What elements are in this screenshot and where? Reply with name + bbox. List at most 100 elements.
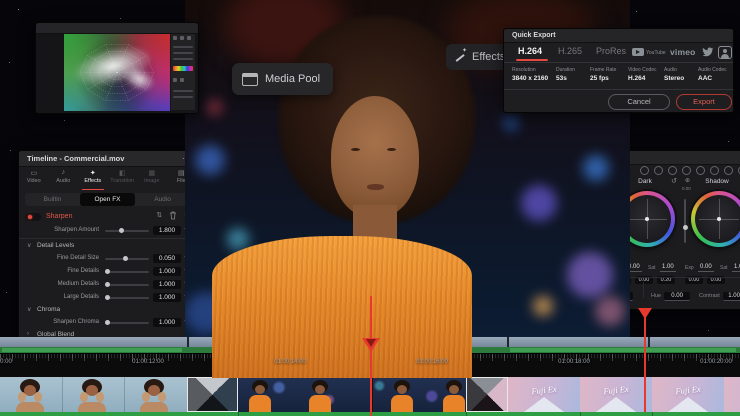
slider-handle[interactable] bbox=[105, 269, 110, 274]
slider-track[interactable] bbox=[105, 230, 149, 232]
tab-effects[interactable]: ✦Effects bbox=[78, 167, 108, 191]
wheel-handle[interactable] bbox=[717, 217, 721, 221]
zone-icon[interactable] bbox=[696, 166, 705, 175]
scope-tool-icon[interactable] bbox=[173, 78, 177, 82]
effect-enable-toggle[interactable] bbox=[25, 213, 41, 221]
scope-tool-icon[interactable] bbox=[173, 36, 177, 40]
youtube-label[interactable]: YouTube bbox=[646, 50, 666, 56]
scope-slider[interactable] bbox=[173, 96, 193, 98]
field-value: Stereo bbox=[664, 75, 684, 82]
zone-icon[interactable] bbox=[710, 166, 719, 175]
chroma-header[interactable]: ∨ Chroma bbox=[19, 304, 196, 316]
vimeo-logo[interactable]: vimeo bbox=[670, 47, 696, 57]
slider-handle[interactable] bbox=[105, 282, 110, 287]
tab-transition[interactable]: ◧Transition bbox=[108, 167, 138, 191]
field-value: 25 fps bbox=[590, 75, 616, 82]
clip-fuji[interactable]: Fuji Ex Fuji Ex Fuji Ex Fuji Ex bbox=[508, 377, 740, 412]
bokeh-light bbox=[227, 228, 249, 250]
scope-tool-icon[interactable] bbox=[187, 36, 191, 40]
param-value[interactable]: 1.000 bbox=[153, 280, 181, 289]
scope-tool-icon[interactable] bbox=[180, 78, 184, 82]
param-value[interactable]: 1.000 bbox=[153, 293, 181, 302]
scope-toolbar bbox=[171, 34, 195, 110]
param-value[interactable]: 1.000 bbox=[153, 318, 181, 327]
bokeh-light bbox=[503, 115, 519, 131]
scope-slider[interactable] bbox=[173, 52, 193, 54]
playhead2-marker[interactable] bbox=[638, 308, 652, 319]
slider-track[interactable] bbox=[105, 284, 149, 286]
subtab-audio[interactable]: Audio bbox=[135, 193, 190, 206]
exp-sat-row: Exp 0.00 Sat 1.00 bbox=[681, 263, 740, 273]
tab-h264[interactable]: H.264 bbox=[518, 46, 542, 56]
scope-slider[interactable] bbox=[173, 90, 193, 92]
tab-prores[interactable]: ProRes bbox=[596, 46, 626, 56]
subject-lips bbox=[367, 184, 384, 190]
exp-value[interactable]: 0.00 bbox=[698, 264, 714, 272]
detail-levels-header[interactable]: ∨ Detail Levels bbox=[19, 240, 196, 252]
slider-track[interactable] bbox=[105, 297, 149, 299]
slider-handle[interactable] bbox=[105, 320, 110, 325]
param-value[interactable]: 0.050 bbox=[153, 254, 181, 263]
zone-icon[interactable] bbox=[654, 166, 663, 175]
effects-tab-icon: ✦ bbox=[78, 169, 108, 178]
contrast-value[interactable]: 1.000 bbox=[723, 292, 740, 301]
hue-strip[interactable] bbox=[173, 66, 193, 71]
export-button[interactable]: Export bbox=[676, 94, 732, 110]
param-value[interactable]: 1.000 bbox=[153, 267, 181, 276]
subtab-builtin[interactable]: Builtin bbox=[25, 193, 80, 206]
section-label: Detail Levels bbox=[37, 242, 74, 249]
slider-handle[interactable] bbox=[123, 256, 128, 261]
hue-value[interactable]: 0.00 bbox=[664, 292, 690, 301]
tab-label: Image bbox=[137, 178, 167, 184]
slider-handle[interactable] bbox=[105, 295, 110, 300]
tab-image[interactable]: ▦Image bbox=[137, 167, 167, 191]
bokeh-light bbox=[195, 145, 225, 175]
zone-icon[interactable] bbox=[682, 166, 691, 175]
clip-laughing-woman[interactable] bbox=[0, 377, 187, 412]
twitter-icon[interactable] bbox=[702, 46, 714, 58]
zone-icon[interactable] bbox=[640, 166, 649, 175]
slider-track[interactable] bbox=[105, 271, 149, 273]
tab-h265[interactable]: H.265 bbox=[558, 46, 582, 56]
scope-slider[interactable] bbox=[173, 46, 193, 48]
zone-icon[interactable] bbox=[724, 166, 733, 175]
media-pool-button[interactable]: Media Pool bbox=[232, 63, 333, 95]
segment-line bbox=[580, 412, 581, 416]
slider-track[interactable] bbox=[105, 322, 149, 324]
param-value[interactable]: 1.800 bbox=[153, 226, 181, 235]
playhead-line[interactable] bbox=[370, 296, 372, 416]
thumbnail-frame bbox=[436, 377, 466, 412]
tab-audio[interactable]: ♪Audio bbox=[49, 167, 79, 191]
wheel-range-value[interactable]: 0.00 bbox=[682, 186, 691, 191]
media-pool-icon bbox=[242, 73, 258, 86]
wheel-handle[interactable] bbox=[645, 217, 649, 221]
wheel-master-slider[interactable] bbox=[684, 199, 686, 243]
clip-separator bbox=[648, 337, 650, 347]
frameio-icon[interactable] bbox=[718, 46, 732, 59]
davinci-resolve-promo-screen: 01:00:10:00 01:00:12:00 01:00:14:00 01:0… bbox=[0, 0, 740, 416]
sat-value[interactable]: 1.00 bbox=[660, 264, 676, 272]
reorder-icon[interactable]: ⇅ bbox=[156, 211, 162, 220]
tab-video[interactable]: ▭Video bbox=[19, 167, 49, 191]
thumbnail-frame bbox=[8, 377, 52, 412]
playhead2-line[interactable] bbox=[644, 316, 646, 412]
sat-value[interactable]: 1.00 bbox=[732, 264, 740, 272]
youtube-icon[interactable] bbox=[632, 48, 644, 56]
reset-icon[interactable]: ↺ bbox=[671, 177, 677, 185]
playhead-marker[interactable] bbox=[362, 338, 380, 352]
scope-tool-icon[interactable] bbox=[180, 36, 184, 40]
slider-handle[interactable] bbox=[119, 228, 124, 233]
transition-clip[interactable] bbox=[187, 377, 238, 412]
scope-slider[interactable] bbox=[173, 58, 193, 60]
clip-city-night[interactable] bbox=[238, 377, 466, 412]
transition-clip[interactable] bbox=[466, 377, 508, 412]
scope-titlebar[interactable] bbox=[36, 23, 198, 34]
audio-segment bbox=[510, 348, 736, 352]
scope-color-field[interactable] bbox=[64, 34, 170, 111]
zone-icon[interactable] bbox=[668, 166, 677, 175]
cancel-button[interactable]: Cancel bbox=[608, 94, 670, 110]
subtab-openfx[interactable]: Open FX bbox=[80, 193, 135, 206]
divider bbox=[19, 238, 196, 239]
trash-icon[interactable] bbox=[169, 211, 177, 220]
color-wheel[interactable] bbox=[691, 191, 740, 247]
